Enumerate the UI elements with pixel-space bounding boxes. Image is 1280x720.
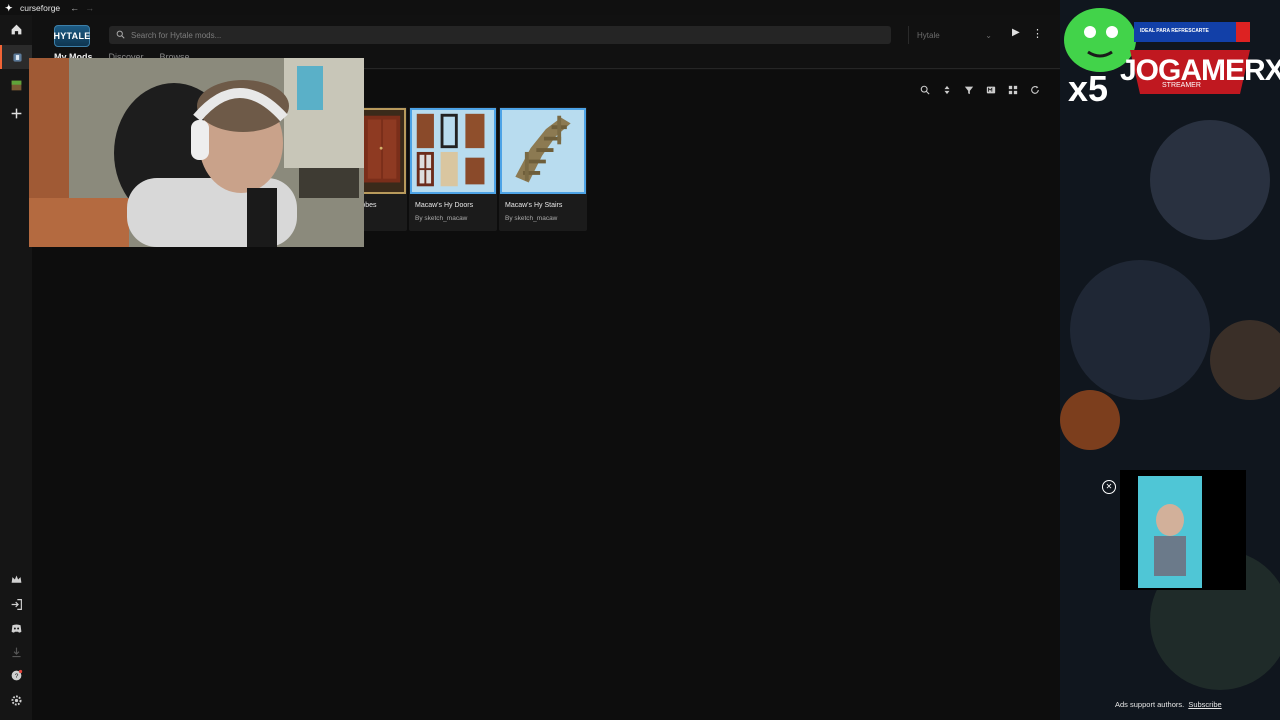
markdown-view-icon[interactable] — [986, 84, 996, 96]
left-rail: ? — [0, 15, 32, 720]
mod-name: Macaw's Hy Doors — [415, 202, 474, 209]
search-icon — [116, 26, 125, 44]
mod-card-doors[interactable]: Macaw's Hy Doors By sketch_macaw — [409, 107, 497, 231]
game-select-value: Hytale — [917, 30, 940, 40]
login-icon[interactable] — [0, 592, 32, 616]
more-options-icon[interactable]: ⋮ — [1032, 27, 1043, 43]
search-bar[interactable] — [109, 26, 891, 44]
mod-author: By sketch_macaw — [505, 215, 558, 222]
download-icon[interactable] — [0, 640, 32, 664]
add-game-icon[interactable] — [0, 101, 32, 125]
mute-icon[interactable]: ✕ — [1102, 480, 1116, 494]
mod-thumbnail — [500, 108, 586, 194]
home-icon[interactable] — [0, 17, 32, 41]
game-select[interactable]: Hytale ⌄ — [908, 26, 1000, 44]
multiplier-badge: x5 — [1068, 68, 1109, 109]
app-name: curseforge — [20, 2, 61, 13]
svg-text:?: ? — [14, 672, 18, 679]
ad-banner-text: IDEAL PARA REFRESCARTE — [1140, 28, 1209, 34]
search-icon[interactable] — [920, 84, 930, 96]
sort-icon[interactable] — [942, 84, 952, 96]
help-icon[interactable]: ? — [0, 663, 32, 687]
ad-footer-text: Ads support authors. — [1115, 700, 1185, 709]
mod-card-stairs[interactable]: Macaw's Hy Stairs By sketch_macaw — [499, 107, 587, 231]
mod-name: Macaw's Hy Stairs — [505, 202, 563, 209]
forward-button[interactable]: → — [85, 3, 94, 13]
subscribe-link[interactable]: Subscribe — [1188, 700, 1221, 709]
discord-icon[interactable] — [0, 616, 32, 640]
filter-icon[interactable] — [964, 84, 974, 96]
mod-thumbnail — [410, 108, 496, 194]
hytale-logo: HYTALE — [53, 25, 90, 47]
ad-footer: Ads support authors. Subscribe — [1115, 700, 1222, 709]
minecraft-game-icon[interactable] — [0, 73, 32, 97]
mod-author: By sketch_macaw — [415, 215, 468, 222]
hytale-game-icon[interactable] — [0, 45, 32, 69]
refresh-icon[interactable] — [1030, 84, 1040, 96]
search-input[interactable] — [131, 30, 831, 40]
settings-gear-icon[interactable] — [0, 688, 32, 712]
back-button[interactable]: ← — [70, 3, 79, 13]
grid-view-icon[interactable] — [1008, 84, 1018, 96]
mods-toolbar — [920, 84, 1040, 96]
play-button[interactable]: ▶ — [1012, 27, 1026, 43]
curseforge-logo-icon: ✦ — [5, 2, 13, 13]
stream-overlay-panel: IDEAL PARA REFRESCARTE JOGAMERX STREAMER… — [1060, 0, 1280, 720]
crown-icon[interactable] — [0, 567, 32, 591]
chevron-down-icon: ⌄ — [985, 30, 992, 40]
webcam-overlay — [29, 58, 364, 247]
streamer-brand-sub: STREAMER — [1162, 82, 1201, 89]
